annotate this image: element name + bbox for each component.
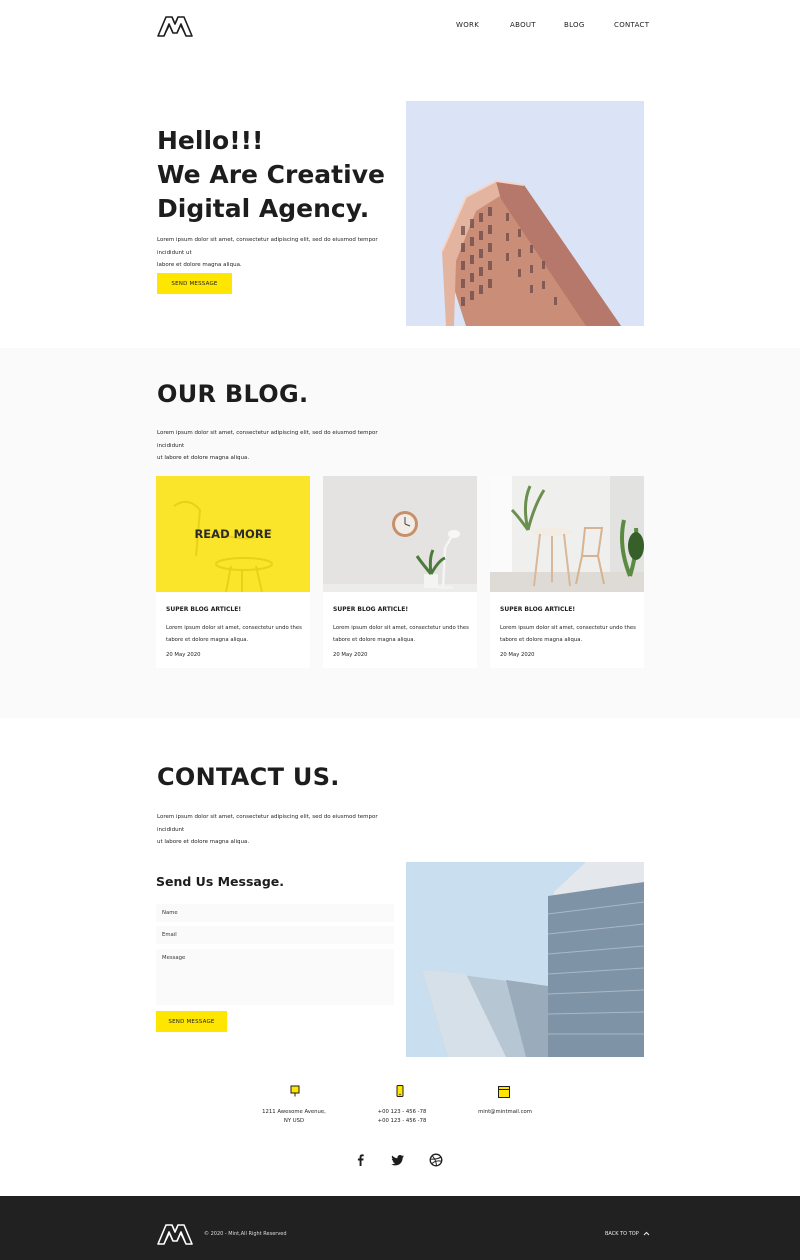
blog-description-line: ut labore et dolore magna aliqua. (157, 455, 250, 461)
blog-card-text: Lorem ipsum dolor sit amet, consectetur … (166, 622, 306, 646)
facebook-icon[interactable] (353, 1153, 367, 1167)
blog-card-text-line: tabore et dolore magna aliqua. (500, 637, 583, 643)
contact-description-line: ut labore et dolore magna aliqua. (157, 839, 250, 845)
email-field[interactable]: Email (156, 926, 394, 944)
blog-title: OUR BLOG. (157, 380, 309, 408)
blog-card[interactable]: SUPER BLOG ARTICLE! Lorem ipsum dolor si… (323, 476, 477, 668)
contact-title: CONTACT US. (157, 763, 340, 791)
blog-card-title[interactable]: SUPER BLOG ARTICLE! (500, 606, 575, 613)
hero-title-line: Hello!!! (157, 126, 264, 155)
blog-card-text-line: tabore et dolore magna aliqua. (333, 637, 416, 643)
blog-card[interactable]: READ MORE SUPER BLOG ARTICLE! Lorem ipsu… (156, 476, 310, 668)
nav-blog[interactable]: BLOG (564, 21, 585, 29)
blog-card-date: 20 May 2020 (333, 652, 368, 658)
address-text: 1211 Awesome Avenue, NY USD (250, 1108, 338, 1126)
phone-icon (396, 1085, 404, 1097)
hero-description-line: labore et dolore magna aliqua. (157, 262, 242, 268)
email-text[interactable]: mint@mintmail.com (470, 1108, 540, 1117)
blog-card-text: Lorem ipsum dolor sit amet, consectetur … (333, 622, 473, 646)
blog-card-title[interactable]: SUPER BLOG ARTICLE! (333, 606, 408, 613)
twitter-icon[interactable] (391, 1153, 405, 1167)
blog-card-text-line: Lorem ipsum dolor sit amet, consectetur … (500, 625, 636, 631)
blog-card-text: Lorem ipsum dolor sit amet, consectetur … (500, 622, 640, 646)
blog-description: Lorem ipsum dolor sit amet, consectetur … (157, 427, 397, 465)
phone-line: +00 123 - 456 -78 (377, 1109, 427, 1115)
hero-title-line: We Are Creative (157, 160, 385, 189)
blog-description-line: Lorem ipsum dolor sit amet, consectetur … (157, 430, 378, 449)
mail-icon (498, 1086, 510, 1098)
contact-description-line: Lorem ipsum dolor sit amet, consectetur … (157, 814, 378, 833)
hero-building-image (406, 101, 644, 326)
blog-card-image: READ MORE (156, 476, 310, 592)
name-field[interactable]: Name (156, 904, 394, 922)
address-line: 1211 Awesome Avenue, (262, 1109, 326, 1115)
dribbble-icon[interactable] (429, 1153, 443, 1167)
chevron-up-icon (643, 1231, 650, 1236)
contact-send-message-button[interactable]: SEND MESSAGE (156, 1011, 227, 1032)
form-title: Send Us Message. (156, 874, 285, 889)
blog-card-image (323, 476, 477, 592)
hero-send-message-button[interactable]: SEND MESSAGE (157, 273, 232, 294)
read-more-button[interactable]: READ MORE (156, 476, 310, 592)
blog-card-image (490, 476, 644, 592)
back-to-top-label[interactable]: BACK TO TOP (605, 1231, 639, 1237)
blog-card-title[interactable]: SUPER BLOG ARTICLE! (166, 606, 241, 613)
nav-contact[interactable]: CONTACT (614, 21, 649, 29)
map-pin-icon (290, 1085, 300, 1097)
footer-logo[interactable] (156, 1222, 194, 1246)
back-to-top-link[interactable]: BACK TO TOP (605, 1231, 650, 1237)
brand-logo[interactable] (156, 14, 194, 38)
phone-line: +00 123 - 456 -78 (377, 1118, 427, 1124)
copyright-text: © 2020 - Mint,All Right Reserved (204, 1231, 287, 1237)
phone-text: +00 123 - 456 -78 +00 123 - 456 -78 (366, 1108, 438, 1126)
message-field[interactable]: Message (156, 949, 394, 1005)
nav-work[interactable]: WORK (456, 21, 479, 29)
contact-building-image (406, 862, 644, 1057)
hero-description: Lorem ipsum dolor sit amet, consectetur … (157, 234, 397, 272)
blog-card-text-line: Lorem ipsum dolor sit amet, consectetur … (333, 625, 469, 631)
blog-card-date: 20 May 2020 (166, 652, 201, 658)
nav-about[interactable]: ABOUT (510, 21, 536, 29)
hero-title: Hello!!! We Are Creative Digital Agency. (157, 124, 417, 226)
address-line: NY USD (283, 1118, 305, 1124)
hero-title-line: Digital Agency. (157, 194, 370, 223)
hero-description-line: Lorem ipsum dolor sit amet, consectetur … (157, 237, 378, 256)
blog-card-text-line: tabore et dolore magna aliqua. (166, 637, 249, 643)
contact-description: Lorem ipsum dolor sit amet, consectetur … (157, 811, 397, 849)
blog-card-text-line: Lorem ipsum dolor sit amet, consectetur … (166, 625, 302, 631)
blog-card-date: 20 May 2020 (500, 652, 535, 658)
blog-card[interactable]: SUPER BLOG ARTICLE! Lorem ipsum dolor si… (490, 476, 644, 668)
footer (0, 1196, 800, 1260)
